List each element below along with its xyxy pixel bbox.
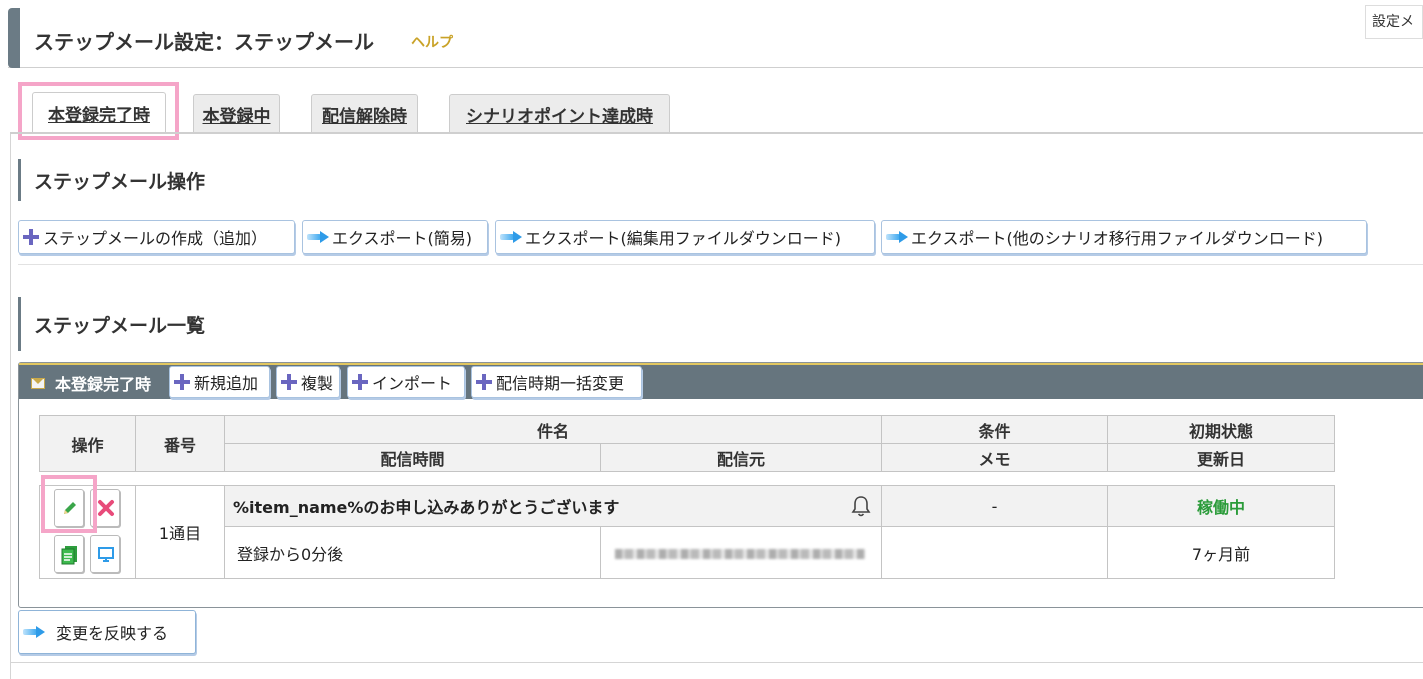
table-row-sub: 登録から0分後 7ヶ月前 xyxy=(40,526,1335,579)
panel-header: 本登録完了時 新規追加 複製 インポート 配信時期一括変更 xyxy=(19,363,1423,399)
row-number: 1通目 xyxy=(135,485,225,579)
section-divider xyxy=(18,264,1423,265)
table-gap xyxy=(39,471,1335,486)
preview-button[interactable] xyxy=(90,535,120,573)
bulk-change-label: 配信時期一括変更 xyxy=(496,374,625,393)
apply-changes-label: 変更を反映する xyxy=(56,624,169,643)
page-header: ステップメール設定：ステップメール ヘルプ xyxy=(8,8,1423,68)
row-updated: 7ヶ月前 xyxy=(1107,526,1335,579)
tab-unsubscribe[interactable]: 配信解除時 xyxy=(311,94,418,133)
copy-button[interactable]: 複製 xyxy=(276,366,340,398)
operations-heading: ステップメール操作 xyxy=(18,159,205,201)
copy-doc-button[interactable] xyxy=(54,535,84,573)
apply-changes-button[interactable]: 変更を反映する xyxy=(18,610,196,654)
header-delivery-time: 配信時間 xyxy=(224,443,601,472)
row-status: 稼働中 xyxy=(1107,484,1335,528)
header-initial-state: 初期状態 xyxy=(1107,415,1335,444)
export-simple-label: エクスポート(簡易) xyxy=(332,229,473,248)
close-icon xyxy=(98,500,114,516)
plus-icon xyxy=(476,374,492,390)
plus-icon xyxy=(174,374,190,390)
plus-icon xyxy=(352,374,368,390)
arrow-right-icon xyxy=(23,626,53,638)
export-other-label: エクスポート(他のシナリオ移行用ファイルダウンロード) xyxy=(911,229,1324,248)
create-stepmail-label: ステップメールの作成（追加） xyxy=(43,229,268,248)
tabs-underline xyxy=(10,132,1423,134)
add-new-button[interactable]: 新規追加 xyxy=(169,366,270,398)
import-label: インポート xyxy=(372,374,453,393)
header-sender: 配信元 xyxy=(600,443,882,472)
help-link[interactable]: ヘルプ xyxy=(411,32,453,52)
arrow-right-icon xyxy=(307,231,329,243)
header-accent-bar xyxy=(8,8,20,68)
row-delivery-time: 登録から0分後 xyxy=(224,526,601,579)
export-edit-label: エクスポート(編集用ファイルダウンロード) xyxy=(525,229,842,248)
header-number: 番号 xyxy=(135,415,225,472)
monitor-icon xyxy=(98,547,114,562)
panel-title: 本登録完了時 xyxy=(31,371,151,395)
add-new-label: 新規追加 xyxy=(194,374,259,393)
export-other-button[interactable]: エクスポート(他のシナリオ移行用ファイルダウンロード) xyxy=(881,220,1367,254)
stepmail-table: 操作 番号 件名 条件 初期状態 配信時間 配信元 メモ 更新日 1通目 %it… xyxy=(39,415,1335,579)
document-icon xyxy=(61,546,77,565)
copy-label: 複製 xyxy=(301,374,334,393)
bottom-divider xyxy=(10,662,1423,663)
settings-menu-button[interactable]: 設定メ xyxy=(1365,5,1423,39)
plus-icon xyxy=(23,229,39,245)
row-subject[interactable]: %item_name%のお申し込みありがとうございます xyxy=(224,484,882,528)
page-title: ステップメール設定：ステップメール xyxy=(34,30,374,54)
export-simple-button[interactable]: エクスポート(簡易) xyxy=(302,220,488,254)
plus-icon xyxy=(281,374,297,390)
table-row: 1通目 %item_name%のお申し込みありがとうございます - 稼働中 xyxy=(39,484,1335,579)
header-updated: 更新日 xyxy=(1107,443,1335,472)
row-subject-text: %item_name%のお申し込みありがとうございます xyxy=(233,498,620,518)
content-left-border xyxy=(10,134,11,679)
edit-highlight-box xyxy=(41,475,97,533)
list-heading: ステップメール一覧 xyxy=(18,297,205,351)
envelope-icon xyxy=(31,377,45,389)
export-edit-button[interactable]: エクスポート(編集用ファイルダウンロード) xyxy=(495,220,875,254)
header-ops: 操作 xyxy=(39,415,136,472)
arrow-right-icon xyxy=(886,231,908,243)
stepmail-list-panel: 本登録完了時 新規追加 複製 インポート 配信時期一括変更 操作 番号 件名 条… xyxy=(18,362,1423,608)
blurred-sender xyxy=(615,548,865,559)
header-condition: 条件 xyxy=(881,415,1108,444)
bell-icon[interactable] xyxy=(851,495,871,517)
create-stepmail-button[interactable]: ステップメールの作成（追加） xyxy=(18,220,295,254)
row-condition: - xyxy=(881,484,1108,528)
tab-scenario-point[interactable]: シナリオポイント達成時 xyxy=(449,94,670,133)
panel-title-text: 本登録完了時 xyxy=(55,375,152,394)
tab-registering[interactable]: 本登録中 xyxy=(193,94,280,133)
bulk-change-button[interactable]: 配信時期一括変更 xyxy=(471,366,642,398)
header-subject: 件名 xyxy=(224,415,882,444)
row-memo xyxy=(881,526,1108,579)
import-button[interactable]: インポート xyxy=(347,366,465,398)
row-sender xyxy=(600,526,882,579)
arrow-right-icon xyxy=(500,231,522,243)
header-memo: メモ xyxy=(881,443,1108,472)
